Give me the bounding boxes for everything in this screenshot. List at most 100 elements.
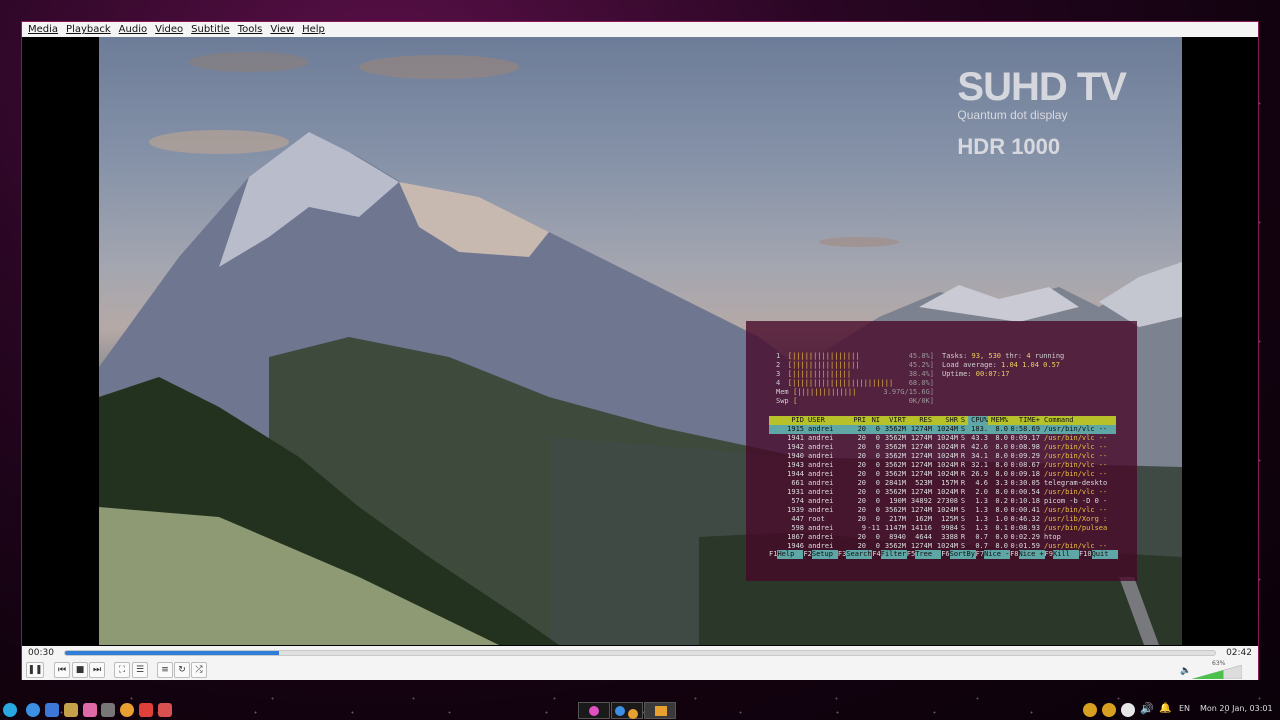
process-cell: 1274M: [910, 488, 932, 496]
store-icon[interactable]: [83, 703, 97, 717]
col-mem[interactable]: MEM%: [988, 416, 1008, 425]
notification-icon[interactable]: 🔔: [1159, 703, 1171, 714]
volume-slider[interactable]: [1192, 665, 1242, 679]
process-cell: 0:08.67: [1010, 461, 1040, 469]
menu-video[interactable]: Video: [155, 24, 183, 35]
process-cell: S: [960, 524, 966, 532]
col-user[interactable]: USER: [804, 416, 844, 425]
load-label: Load average:: [942, 361, 997, 369]
process-cell: 20: [857, 479, 866, 487]
col-virt[interactable]: VIRT: [880, 416, 906, 425]
col-ni[interactable]: NI: [866, 416, 880, 425]
speaker-icon[interactable]: 🔈: [1180, 666, 1191, 676]
volume-icon[interactable]: 🔊: [1140, 702, 1154, 715]
process-row[interactable]: 598 andrei 9 -11 1147M 14116 9984 S 1.3 0.1 0:08.9…: [769, 524, 1116, 533]
process-cell: andrei: [808, 434, 834, 442]
col-time[interactable]: TIME+: [1008, 416, 1040, 425]
fkey-action[interactable]: Filter: [880, 550, 907, 559]
fkey-action[interactable]: Kill: [1052, 550, 1079, 559]
next-icon: ⏭: [92, 665, 102, 675]
htop-terminal[interactable]: 1 [|||||||||||||||| 45.8%] 2 [|||||||||||||…: [746, 321, 1137, 581]
downloader-icon[interactable]: [139, 703, 153, 717]
process-cell: 1944: [787, 470, 804, 478]
col-pri[interactable]: PRI: [844, 416, 866, 425]
process-row[interactable]: 1931 andrei 20 0 3562M 1274M 1024M R 2.0 8.0 0:00.…: [769, 488, 1116, 497]
menu-tools[interactable]: Tools: [238, 24, 263, 35]
menu-subtitle[interactable]: Subtitle: [191, 24, 230, 35]
app-menu-icon[interactable]: [3, 703, 17, 717]
vlc-icon[interactable]: [120, 703, 134, 717]
files-icon[interactable]: [45, 703, 59, 717]
process-cell: 1024M: [936, 425, 958, 433]
fkey-action[interactable]: Search: [846, 550, 873, 559]
col-res[interactable]: RES: [906, 416, 932, 425]
process-cell: 4644: [915, 533, 932, 541]
menu-audio[interactable]: Audio: [119, 24, 147, 35]
process-row[interactable]: 1944 andrei 20 0 3562M 1274M 1024M R 26.9 8.0 0:09…: [769, 470, 1116, 479]
shuffle-button[interactable]: ⤮: [191, 662, 207, 678]
time-total[interactable]: 02:42: [1226, 648, 1252, 658]
process-cell: 1.3: [975, 515, 988, 523]
process-cell: R: [960, 533, 966, 541]
telegram-icon[interactable]: [1121, 703, 1135, 717]
menu-view[interactable]: View: [270, 24, 294, 35]
process-cell: S: [960, 515, 966, 523]
process-row[interactable]: 447 root 20 0 217M 162M 125M S 1.3 1.0 0:46.32/usr…: [769, 515, 1116, 524]
process-cell: 8.0: [995, 461, 1008, 469]
taskbar-window-3[interactable]: [644, 702, 676, 719]
archive-icon[interactable]: [64, 703, 78, 717]
col-command[interactable]: Command: [1040, 416, 1112, 425]
taskbar-window-1[interactable]: [578, 702, 610, 719]
process-row[interactable]: 661 andrei 20 0 2841M 523M 157M R 4.6 3.3 0:30.05 t…: [769, 479, 1116, 488]
fkey-action[interactable]: Help: [777, 550, 804, 559]
process-cell: 1024M: [936, 443, 958, 451]
process-row[interactable]: 1942 andrei 20 0 3562M 1274M 1024M R 42.6 8.0 0:08…: [769, 443, 1116, 452]
browser-icon[interactable]: [26, 703, 40, 717]
stop-button[interactable]: ■: [72, 662, 88, 678]
process-cell: 14116: [910, 524, 932, 532]
clock[interactable]: Mon 20 Jan, 03:01: [1200, 704, 1273, 713]
loop-button[interactable]: ↻: [174, 662, 190, 678]
process-cell: 0:30.05: [1010, 479, 1040, 487]
terminal-icon[interactable]: [101, 703, 115, 717]
keyboard-layout[interactable]: EN: [1179, 704, 1190, 713]
previous-button[interactable]: ⏮: [54, 662, 70, 678]
fkey-action[interactable]: SortBy: [949, 550, 976, 559]
pause-button[interactable]: ❚❚: [26, 662, 44, 678]
fkey-action[interactable]: Nice -: [984, 550, 1011, 559]
screenshot-icon[interactable]: [158, 703, 172, 717]
next-button[interactable]: ⏭: [89, 662, 105, 678]
process-row[interactable]: 1915 andrei 20 0 3562M 1274M 1024M S 183. 8.0 0:58…: [769, 425, 1116, 434]
process-cell: 125M: [941, 515, 958, 523]
col-cpu[interactable]: CPU%: [968, 416, 988, 425]
process-cell: 0:10.18: [1010, 497, 1040, 505]
col-shr[interactable]: SHR: [932, 416, 958, 425]
menu-help[interactable]: Help: [302, 24, 325, 35]
media-tray-icon[interactable]: [1102, 703, 1116, 717]
menu-playback[interactable]: Playback: [66, 24, 111, 35]
taskbar-window-2[interactable]: [611, 702, 643, 719]
fkey-action[interactable]: Setup: [811, 550, 838, 559]
fkey-action[interactable]: Tree: [915, 550, 942, 559]
process-row[interactable]: 574 andrei 20 0 190M 34892 27308 S 1.3 0.2 0:10.18…: [769, 497, 1116, 506]
seek-slider[interactable]: [64, 650, 1216, 656]
process-row[interactable]: 1867 andrei 20 0 8940 4644 3388 R 0.7 0.0 0:02.29 h…: [769, 533, 1116, 542]
process-cell: 1931: [787, 488, 804, 496]
menu-media[interactable]: Media: [28, 24, 58, 35]
extended-settings-button[interactable]: ☰: [132, 662, 148, 678]
process-cell: 27308: [936, 497, 958, 505]
process-cell: 1274M: [910, 470, 932, 478]
fkey-action[interactable]: Nice +: [1018, 550, 1045, 559]
process-cell: 0: [875, 425, 880, 433]
process-row[interactable]: 1941 andrei 20 0 3562M 1274M 1024M S 43.3 8.0 0:09…: [769, 434, 1116, 443]
playlist-button[interactable]: ≡: [157, 662, 173, 678]
col-pid[interactable]: PID: [769, 416, 804, 425]
process-row[interactable]: 1940 andrei 20 0 3562M 1274M 1024M R 34.1 8.0 0:09…: [769, 452, 1116, 461]
volume-control[interactable]: 🔈 63%: [1180, 660, 1244, 679]
process-row[interactable]: 1943 andrei 20 0 3562M 1274M 1024M R 32.1 8.0 0:08…: [769, 461, 1116, 470]
fkey-action[interactable]: Quit: [1091, 550, 1118, 559]
update-icon[interactable]: [1083, 703, 1097, 717]
col-state[interactable]: S: [958, 416, 968, 425]
process-row[interactable]: 1939 andrei 20 0 3562M 1274M 1024M S 1.3 8.0 0:00.…: [769, 506, 1116, 515]
fullscreen-button[interactable]: ⛶: [114, 662, 130, 678]
